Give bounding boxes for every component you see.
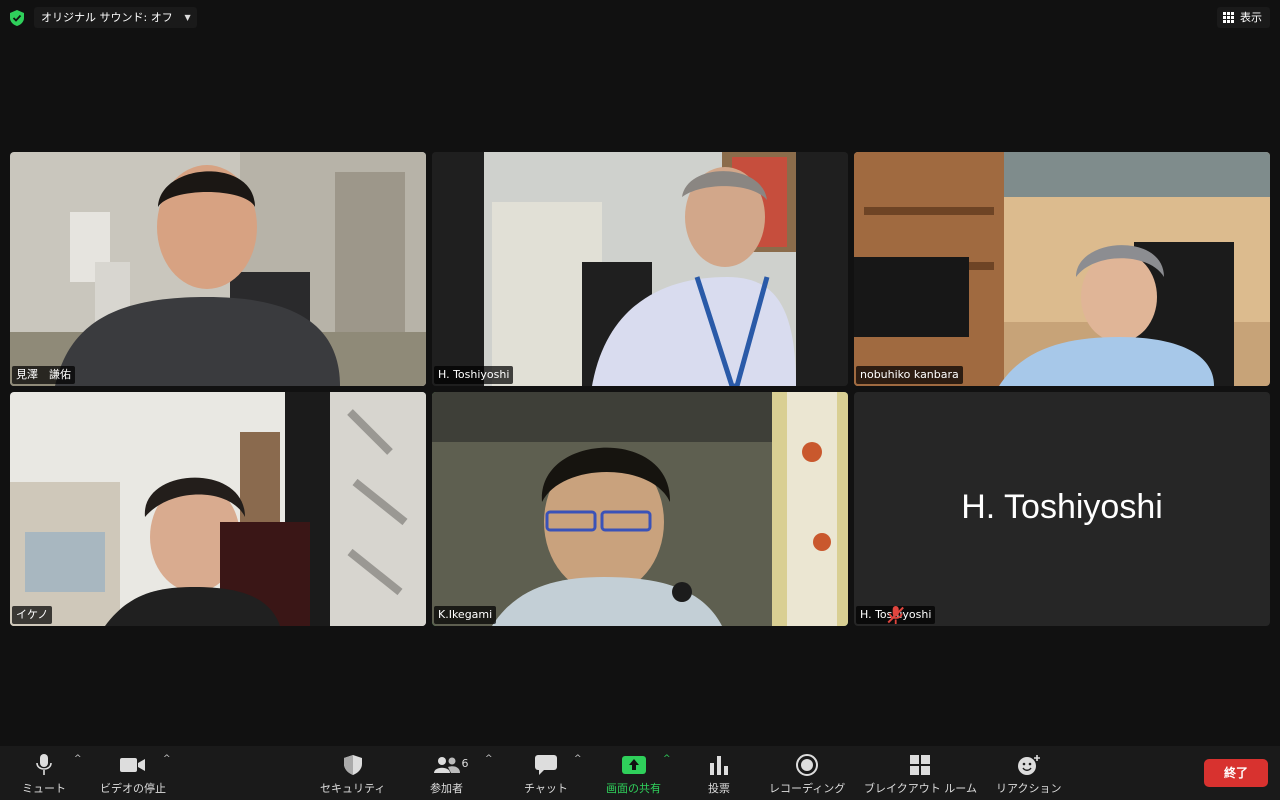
share-screen-icon (621, 756, 646, 774)
security-label: セキュリティ (320, 782, 386, 795)
original-sound-label: オリジナル サウンド: オフ (41, 11, 173, 24)
security-shield-icon[interactable] (8, 9, 26, 27)
view-button[interactable]: 表示 (1217, 7, 1270, 28)
video-tile-active-speaker[interactable]: K.Ikegami (432, 392, 848, 626)
mute-button[interactable]: ミュート (22, 752, 66, 796)
participants-count: 6 (461, 757, 469, 770)
share-options-chevron-icon[interactable]: ^ (663, 754, 671, 764)
breakout-rooms-label: ブレイクアウト ルーム (864, 782, 977, 795)
reactions-label: リアクション (996, 782, 1062, 795)
record-label: レコーディング (769, 782, 846, 795)
participant-name: nobuhiko kanbara (856, 366, 963, 384)
security-button[interactable]: セキュリティ (320, 752, 385, 796)
stop-video-button[interactable]: ビデオの停止 (100, 752, 166, 796)
participant-name-tag: H. Toshiyoshi (856, 606, 936, 624)
polling-label: 投票 (708, 782, 730, 795)
video-tile[interactable]: イケノ (10, 392, 426, 626)
participant-video (10, 152, 426, 386)
participant-video (10, 392, 426, 626)
participant-name: H. Toshiyoshi (434, 366, 514, 384)
participant-name: イケノ (12, 606, 53, 624)
breakout-rooms-button[interactable]: ブレイクアウト ルーム (864, 752, 977, 796)
participant-name: 見澤 謙佑 (12, 366, 75, 384)
participant-video (854, 152, 1270, 386)
participant-display-name: H. Toshiyoshi (961, 488, 1163, 526)
video-tile[interactable]: H. Toshiyoshi (432, 152, 848, 386)
microphone-icon (36, 754, 52, 775)
record-button[interactable]: レコーディング (769, 752, 845, 796)
chat-options-chevron-icon[interactable]: ^ (574, 754, 582, 764)
stop-video-label: ビデオの停止 (100, 782, 166, 795)
audio-options-chevron-icon[interactable]: ^ (74, 754, 82, 764)
chevron-down-icon: ▼ (184, 13, 191, 22)
participants-icon (433, 757, 460, 773)
polling-button[interactable]: 投票 (708, 752, 730, 796)
participants-button[interactable]: 6 参加者 (430, 752, 469, 796)
record-icon (796, 754, 819, 776)
view-label: 表示 (1240, 11, 1262, 24)
chat-bubble-icon (534, 755, 557, 775)
security-shield-icon (343, 755, 362, 775)
share-screen-button[interactable]: 画面の共有 (606, 752, 661, 796)
mute-label: ミュート (22, 782, 66, 795)
poll-bar-chart-icon (710, 756, 728, 775)
chat-button[interactable]: チャット (524, 752, 568, 796)
meeting-toolbar: ミュート ^ ビデオの停止 ^ セキュリティ 6 参加者 ^ チャット ^ 画面… (0, 746, 1280, 800)
share-screen-label: 画面の共有 (606, 782, 661, 795)
video-tile[interactable]: nobuhiko kanbara (854, 152, 1270, 386)
participants-label: 参加者 (430, 782, 463, 795)
video-camera-icon (120, 758, 145, 772)
reactions-button[interactable]: リアクション (996, 752, 1061, 796)
video-tile-camera-off[interactable]: H. Toshiyoshi H. Toshiyoshi (854, 392, 1270, 626)
video-tile[interactable]: 見澤 謙佑 (10, 152, 426, 386)
grid-view-icon (1223, 12, 1234, 23)
video-options-chevron-icon[interactable]: ^ (163, 754, 171, 764)
participants-options-chevron-icon[interactable]: ^ (485, 754, 493, 764)
participant-video (432, 392, 848, 626)
breakout-rooms-icon (910, 755, 931, 775)
end-meeting-button[interactable]: 終了 (1204, 759, 1268, 787)
microphone-muted-icon (887, 606, 904, 624)
reaction-smiley-icon (1017, 755, 1040, 775)
participant-name: K.Ikegami (434, 606, 497, 624)
chat-label: チャット (524, 782, 568, 795)
original-sound-toggle[interactable]: オリジナル サウンド: オフ ▼ (34, 7, 197, 28)
participant-video (432, 152, 848, 386)
top-bar: オリジナル サウンド: オフ ▼ 表示 (0, 0, 1280, 36)
